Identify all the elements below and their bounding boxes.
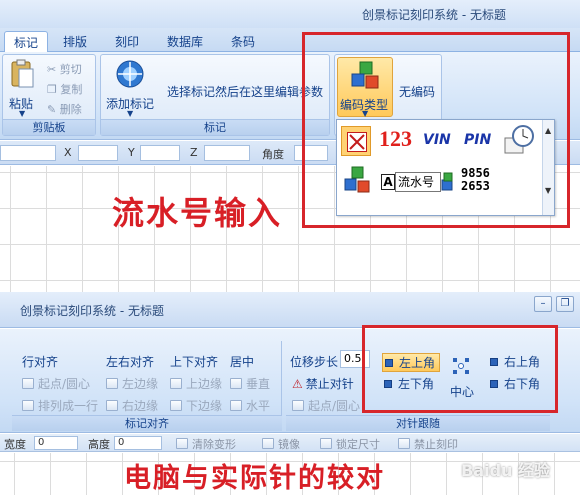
align-start-icon [292,400,304,411]
minimize-icon[interactable]: – [534,296,552,312]
align-group-label: 标记对齐 [12,415,282,431]
chevron-down-icon[interactable]: ▼ [19,109,25,118]
chevron-down-icon[interactable]: ▼ [127,109,133,118]
title-bar: 创景标记刻印系统 - 无标题 – ❐ [0,292,580,328]
top-edge-button[interactable]: 上边缘 [170,375,222,392]
baidu-watermark: Baidu 经验 [461,461,550,480]
copy-button[interactable]: ❐ 复制 [47,81,82,97]
window-title: 创景标记刻印系统 - 无标题 [362,8,506,22]
step-label: 位移步长 [290,355,339,369]
bottom-screenshot: 创景标记刻印系统 - 无标题 – ❐ 行对齐 左右对齐 上下对齐 居中 起点/圆… [0,292,580,495]
title-bar: 创景标记刻印系统 - 无标题 [0,0,580,28]
clipboard-group-label: 剪贴板 [3,119,95,135]
align-bottom-icon [170,400,182,411]
tab-mark[interactable]: 标记 [4,31,49,52]
forbid-icon: ⚠ [292,377,303,391]
x-input[interactable] [78,145,118,161]
arrange-row-icon [22,400,34,411]
angle-label: 角度 [262,148,284,161]
needle-group-label: 对针跟随 [286,415,550,431]
row-align-label: 行对齐 [22,355,59,369]
z-label: Z [190,146,198,159]
height-input[interactable]: 0 [114,436,162,450]
needle-start-center-button[interactable]: 起点/圆心 [292,397,360,414]
vertical-button[interactable]: 垂直 [230,375,270,392]
annotation-serial-input: 流水号输入 [112,194,283,232]
window-title: 创景标记刻印系统 - 无标题 [20,304,164,318]
bottom-edge-button[interactable]: 下边缘 [170,397,222,414]
forbid-engrave-icon [398,438,410,449]
right-edge-button[interactable]: 右边缘 [106,397,158,414]
y-label: Y [128,146,135,159]
ud-align-label: 上下对齐 [170,355,219,369]
mark-hint: 选择标记然后在这里编辑参数 [167,85,324,99]
scissors-icon: ✂ [47,63,57,76]
center-label: 居中 [230,355,255,369]
align-right-icon [106,400,118,411]
coord-field[interactable] [0,145,56,161]
delete-button[interactable]: ✎ 删除 [47,101,82,117]
lr-align-label: 左右对齐 [106,355,155,369]
horizontal-button[interactable]: 水平 [230,397,270,414]
lock-size-button[interactable]: 锁定尺寸 [320,436,380,452]
property-bar: 宽度 0 高度 0 清除变形 镜像 锁定尺寸 禁止刻印 [0,434,580,452]
annotation-needle-calibration: 电脑与实际针的较对 [124,463,385,494]
align-start-icon [22,378,34,389]
z-input[interactable] [204,145,250,161]
delete-icon: ✎ [47,103,57,116]
align-top-icon [170,378,182,389]
mirror-button[interactable]: 镜像 [262,436,300,452]
y-input[interactable] [140,145,180,161]
align-horizontal-icon [230,400,242,411]
paste-icon[interactable] [9,59,35,89]
forbid-engrave-button[interactable]: 禁止刻印 [398,436,458,452]
align-left-icon [106,378,118,389]
add-mark-icon[interactable] [115,59,145,89]
x-label: X [64,146,72,159]
height-label: 高度 [88,438,110,451]
mark-group-label: 标记 [101,119,329,135]
maximize-icon[interactable]: ❐ [556,296,574,312]
left-edge-button[interactable]: 左边缘 [106,375,158,392]
clear-transform-button[interactable]: 清除变形 [176,436,236,452]
align-group: 行对齐 左右对齐 上下对齐 居中 起点/圆心 左边缘 上边缘 垂直 排列成一行 … [12,341,282,431]
width-label: 宽度 [4,438,26,451]
cut-button[interactable]: ✂ 剪切 [47,61,82,77]
top-screenshot: 创景标记刻印系统 - 无标题 标记 排版 刻印 数据库 条码 粘贴 ▼ ✂ 剪切… [0,0,580,292]
highlight-frame [362,325,558,413]
clear-transform-icon [176,438,188,449]
tab-engrave[interactable]: 刻印 [106,31,148,52]
tab-database[interactable]: 数据库 [158,31,212,52]
start-center-button[interactable]: 起点/圆心 [22,375,90,392]
tab-layout[interactable]: 排版 [54,31,96,52]
forbid-needle-button[interactable]: ⚠ 禁止对针 [292,375,354,392]
clipboard-group: 粘贴 ▼ ✂ 剪切 ❐ 复制 ✎ 删除 剪贴板 [2,54,96,136]
highlight-frame [302,32,570,228]
copy-icon: ❐ [47,83,57,96]
lock-icon [320,438,332,449]
mirror-icon [262,438,274,449]
arrange-row-button[interactable]: 排列成一行 [22,397,98,414]
tab-barcode[interactable]: 条码 [222,31,264,52]
align-vertical-icon [230,378,242,389]
width-input[interactable]: 0 [34,436,78,450]
mark-group: 添加标记 ▼ 选择标记然后在这里编辑参数 标记 [100,54,330,136]
